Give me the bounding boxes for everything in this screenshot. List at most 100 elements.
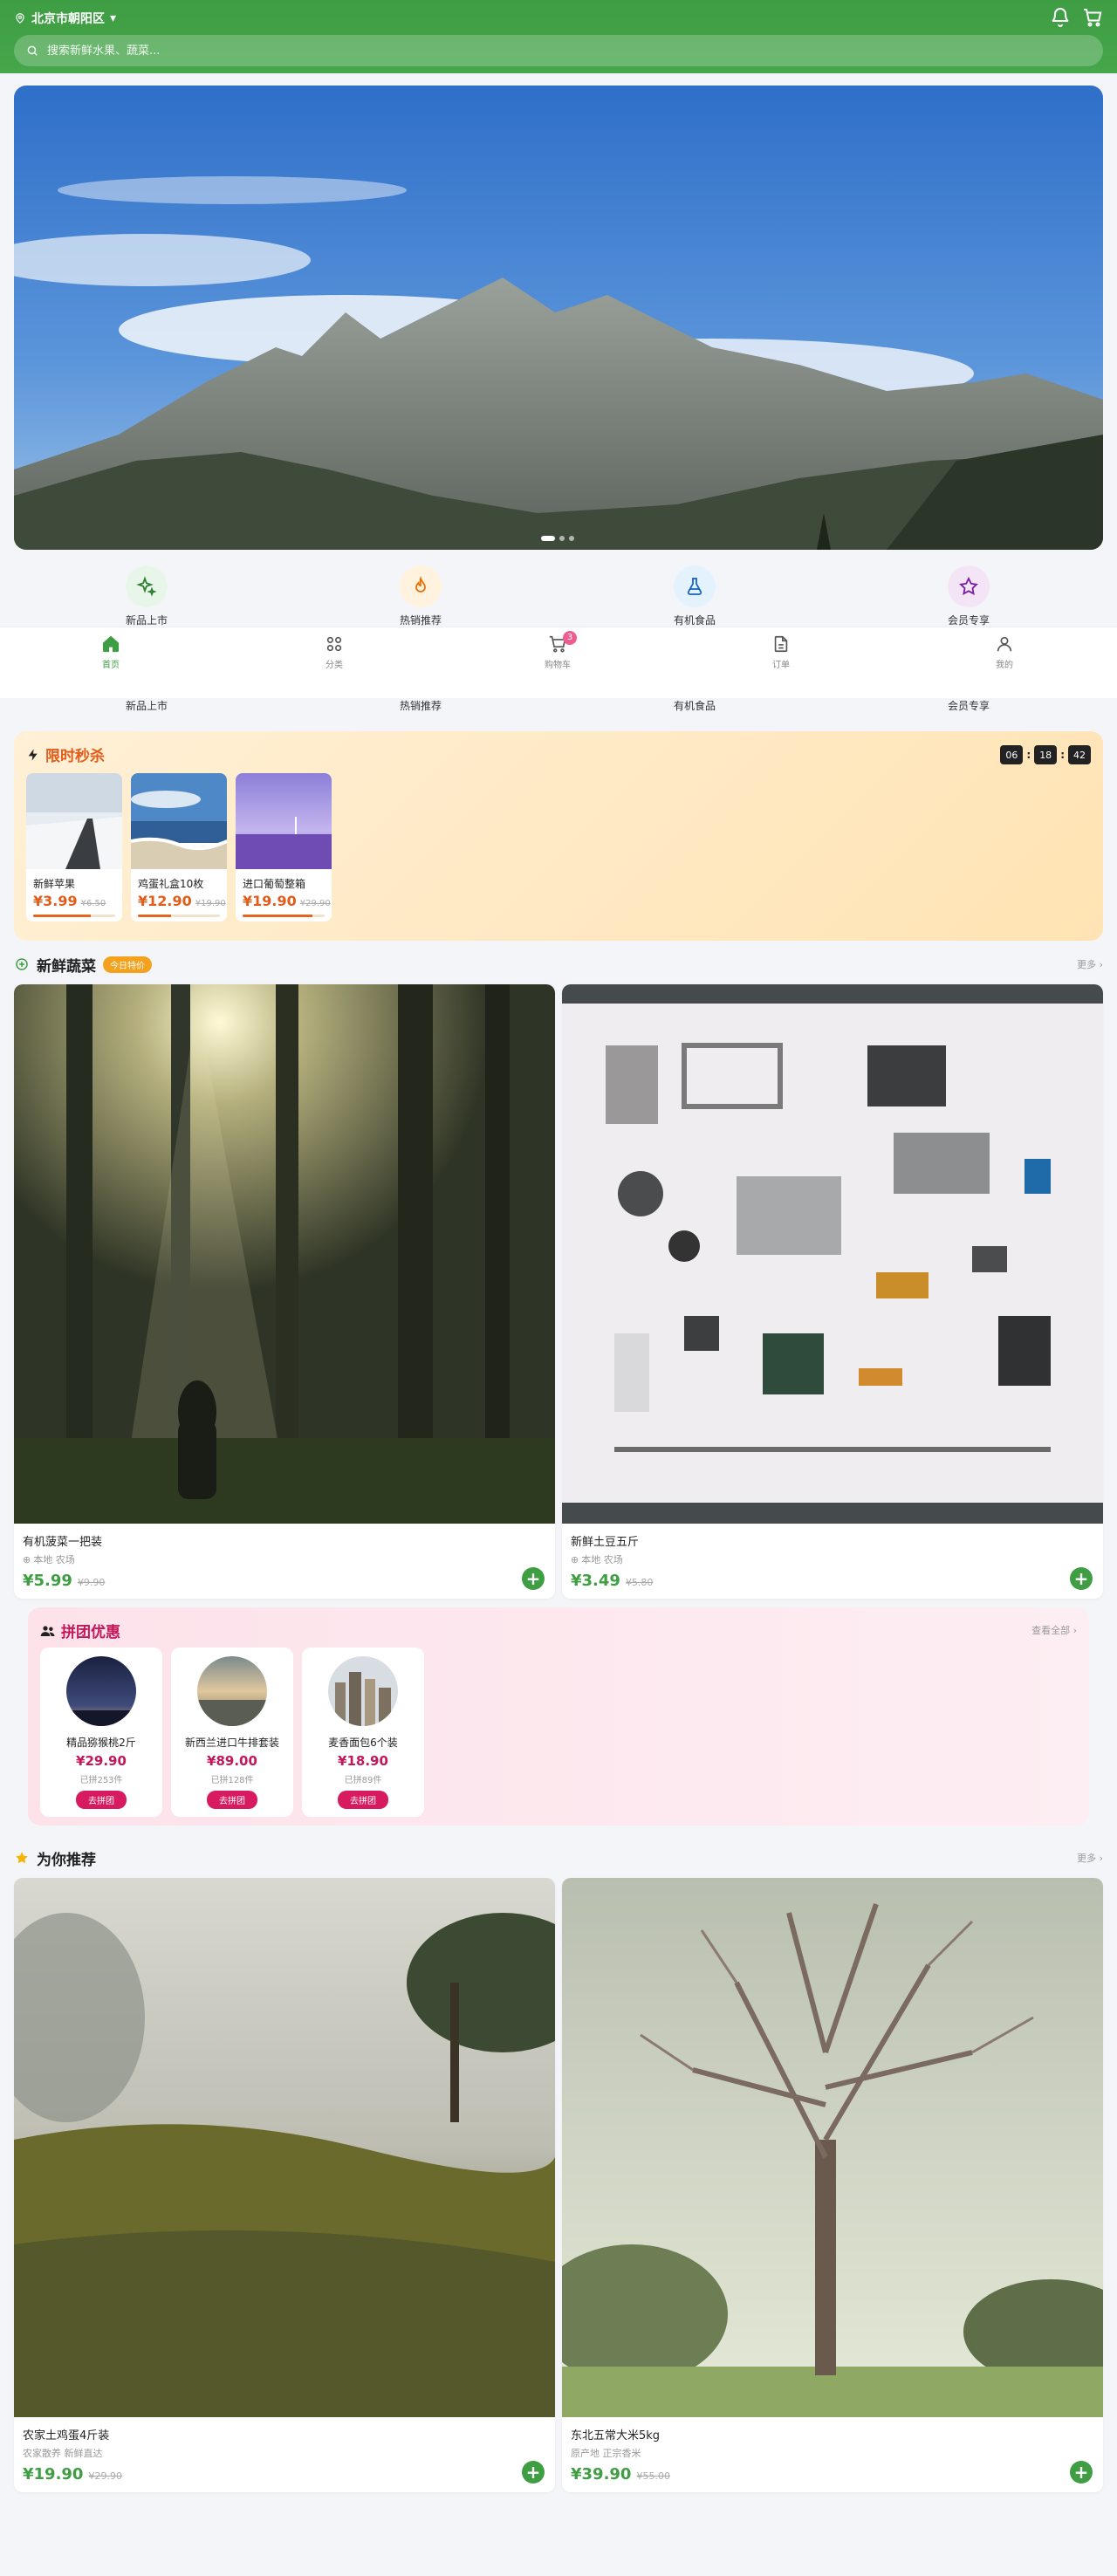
group-item[interactable]: 新西兰进口牛排套装 ¥89.00 已拼128件 去拼团 <box>171 1648 293 1817</box>
flame-icon <box>400 565 442 607</box>
sea-product-image <box>131 773 227 869</box>
join-group-button[interactable]: 去拼团 <box>338 1791 388 1809</box>
category-label: 新品上市 <box>125 700 168 712</box>
sold-progress-bar <box>138 915 220 917</box>
sparkles-icon <box>126 565 168 607</box>
tab-label: 购物车 <box>545 661 571 670</box>
tree-product-image <box>562 1878 1103 2417</box>
group-buy-title: 拼团优惠 <box>40 1620 120 1641</box>
leaf-icon <box>16 958 28 970</box>
add-to-cart-button[interactable]: + <box>1070 1567 1093 1590</box>
tab-profile[interactable]: 我的 <box>970 634 1039 670</box>
product-name: 新西兰进口牛排套装 <box>184 1737 279 1749</box>
countdown-hours: 06 <box>1000 745 1024 764</box>
pagination-dot[interactable] <box>541 536 555 541</box>
search-bar[interactable] <box>14 35 1103 66</box>
search-input[interactable] <box>47 44 1103 58</box>
tab-orders[interactable]: 订单 <box>746 634 816 670</box>
product-origin: ⊕ 本地 农场 <box>562 1549 1103 1566</box>
product-name: 有机菠菜一把装 <box>23 1536 103 1549</box>
group-count: 已拼128件 <box>210 1776 254 1785</box>
original-price: ¥29.90 <box>88 2470 122 2482</box>
product-image <box>328 1656 398 1726</box>
forest-product-image <box>14 984 555 1524</box>
product-price: ¥39.90 <box>571 2465 632 2484</box>
group-buy-section: 拼团优惠 查看全部 › 精品猕猴桃2斤 ¥29.90 已拼253件 去拼团 新西… <box>28 1607 1089 1826</box>
original-price: ¥9.90 <box>77 1577 106 1588</box>
group-item[interactable]: 精品猕猴桃2斤 ¥29.90 已拼253件 去拼团 <box>40 1648 162 1817</box>
section-title: 新鲜蔬菜 <box>37 957 96 976</box>
section-header-recommend: 为你推荐 更多 › <box>14 1846 1103 1869</box>
category-label: 新品上市 <box>125 614 168 627</box>
product-name: 新鲜土豆五斤 <box>571 1536 640 1549</box>
group-count: 已拼89件 <box>344 1776 382 1785</box>
add-to-cart-button[interactable]: + <box>1070 2461 1093 2484</box>
add-to-cart-button[interactable]: + <box>522 2461 545 2484</box>
tab-cart[interactable]: 3 购物车 <box>523 631 593 670</box>
product-name: 农家土鸡蛋4斤装 <box>23 2429 110 2442</box>
original-price: ¥19.90 <box>195 899 226 908</box>
join-group-button[interactable]: 去拼团 <box>76 1791 127 1809</box>
join-group-button[interactable]: 去拼团 <box>207 1791 257 1809</box>
page-bottom-padding <box>0 2496 1117 2576</box>
foggy-hill-product-image <box>14 1878 555 2417</box>
cart-icon[interactable] <box>1082 7 1103 28</box>
section-title: 为你推荐 <box>37 1851 96 1869</box>
mountain-banner-image <box>14 86 1103 550</box>
city-image <box>328 1656 398 1726</box>
group-item[interactable]: 麦香面包6个装 ¥18.90 已拼89件 去拼团 <box>302 1648 424 1817</box>
flash-item[interactable]: 新鲜苹果 ¥3.99 ¥6.50 <box>26 773 122 921</box>
category-label: 会员专享 <box>947 700 990 712</box>
tab-label: 分类 <box>326 661 343 670</box>
location-pin-icon: ⊕ <box>23 1553 31 1565</box>
tab-category[interactable]: 分类 <box>299 634 369 670</box>
product-card[interactable]: 农家土鸡蛋4斤装 农家散养 新鲜直达 ¥19.90 ¥29.90 + <box>14 1878 555 2492</box>
category-hot[interactable]: 热销推荐 <box>368 565 473 627</box>
category-organic[interactable]: 有机食品 <box>642 565 747 627</box>
flask-icon <box>674 565 716 607</box>
banner-pagination <box>541 536 574 541</box>
hero-banner[interactable] <box>14 86 1103 550</box>
product-price: ¥19.90 <box>23 2465 84 2484</box>
flash-sale-section: 限时秒杀 06 : 18 : 42 新鲜苹果 ¥3.99 ¥6.50 鸡蛋礼盒10… <box>14 731 1103 941</box>
location-selector[interactable]: 北京市朝阳区 ▾ <box>14 9 116 28</box>
chevron-down-icon: ▾ <box>110 11 117 25</box>
category-new[interactable]: 新品上市 <box>94 565 199 627</box>
product-card[interactable]: 新鲜土豆五斤 ⊕ 本地 农场 ¥3.49 ¥5.80 + <box>562 984 1103 1599</box>
group-price: ¥29.90 <box>76 1753 127 1769</box>
pagination-dot[interactable] <box>569 536 574 541</box>
product-origin-text: 本地 农场 <box>581 1554 623 1565</box>
pagination-dot[interactable] <box>559 536 565 541</box>
location-pin-icon <box>16 13 24 24</box>
countdown-minutes: 18 <box>1034 745 1058 764</box>
tab-label: 我的 <box>996 661 1013 670</box>
add-to-cart-button[interactable]: + <box>522 1567 545 1590</box>
group-price: ¥89.00 <box>207 1753 257 1769</box>
category-label: 热销推荐 <box>399 700 442 712</box>
more-link[interactable]: 更多 › <box>1077 1851 1103 1865</box>
category-vip[interactable]: 会员专享 <box>916 565 1021 627</box>
flash-item[interactable]: 进口葡萄整箱 ¥19.90 ¥29.90 <box>236 773 332 921</box>
cart-count-badge: 3 <box>563 631 577 645</box>
people-icon <box>40 1625 55 1636</box>
flash-item[interactable]: 鸡蛋礼盒10枚 ¥12.90 ¥19.90 <box>131 773 227 921</box>
location-text: 北京市朝阳区 <box>31 12 105 26</box>
road-product-image <box>26 773 122 869</box>
sunset-sea-image <box>197 1656 267 1726</box>
more-link[interactable]: 更多 › <box>1077 957 1103 971</box>
view-all-link[interactable]: 查看全部 › <box>1031 1623 1077 1637</box>
bottom-tab-bar: 首页 分类 3 购物车 订单 我的 <box>0 627 1117 698</box>
group-buy-title-text: 拼团优惠 <box>61 1624 120 1641</box>
flash-sale-title-text: 限时秒杀 <box>45 748 105 765</box>
tab-home[interactable]: 首页 <box>76 634 146 670</box>
product-image <box>66 1656 136 1726</box>
product-price: ¥3.49 <box>571 1572 620 1590</box>
star-icon <box>948 565 990 607</box>
category-label: 会员专享 <box>947 614 990 627</box>
product-card[interactable]: 有机菠菜一把装 ⊕ 本地 农场 ¥5.99 ¥9.90 + <box>14 984 555 1599</box>
countdown-timer: 06 : 18 : 42 <box>1000 745 1091 764</box>
original-price: ¥6.50 <box>80 899 106 908</box>
location-pin-icon: ⊕ <box>571 1553 579 1565</box>
bell-icon[interactable] <box>1050 7 1071 28</box>
product-card[interactable]: 东北五常大米5kg 原产地 正宗香米 ¥39.90 ¥55.00 + <box>562 1878 1103 2492</box>
